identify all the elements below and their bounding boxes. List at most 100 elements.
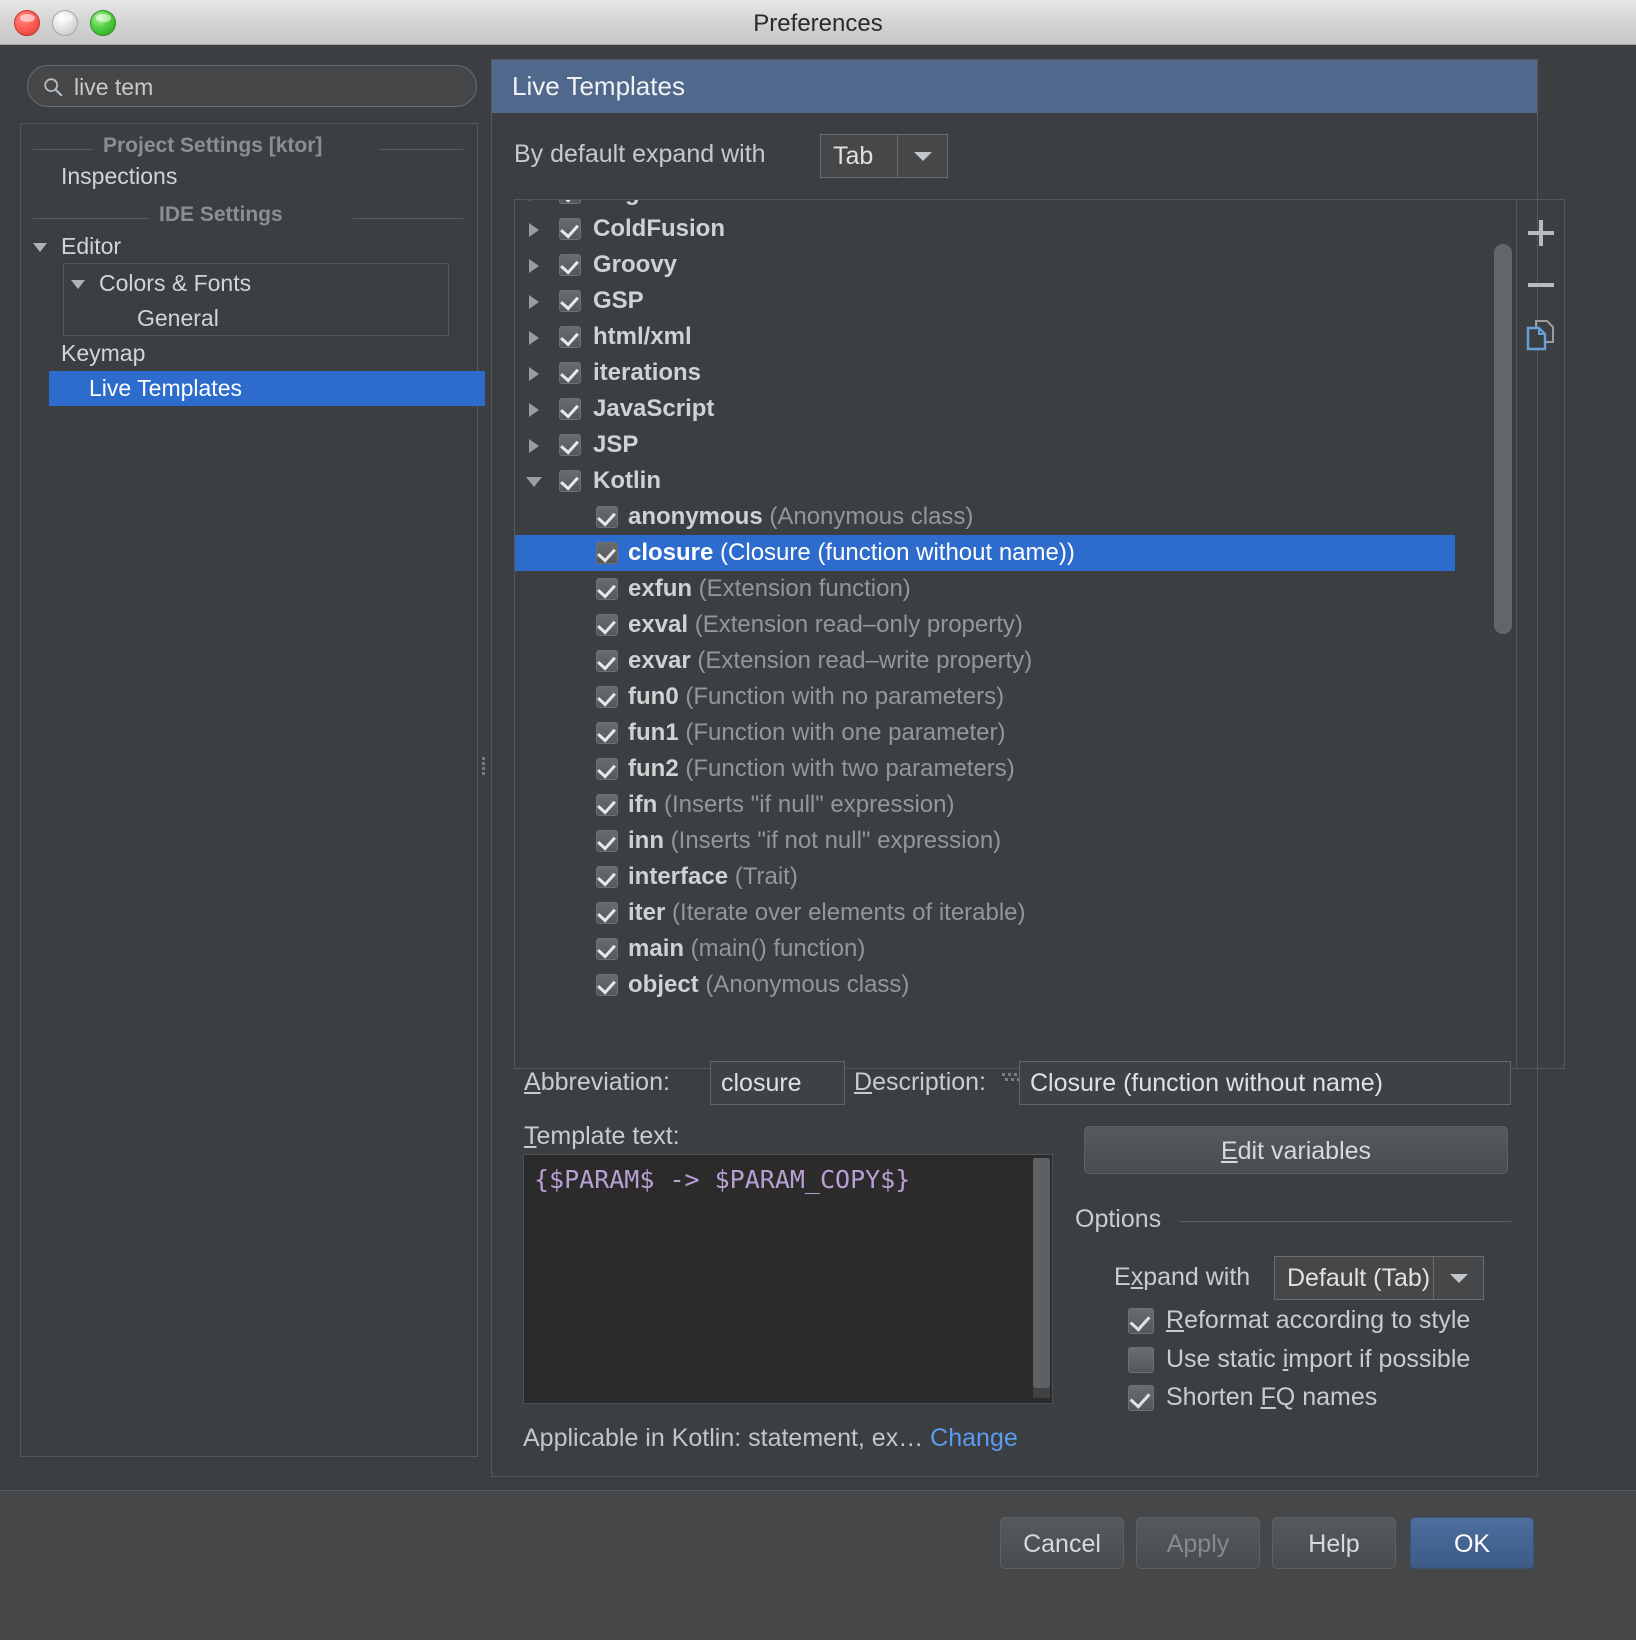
sidebar-item-inspections[interactable]: Inspections [21, 159, 517, 194]
template-checkbox[interactable] [559, 434, 581, 456]
applicable-context: Applicable in Kotlin: statement, ex… Cha… [523, 1424, 1018, 1453]
add-template-button[interactable] [1517, 210, 1564, 256]
sidebar-item-live-templates[interactable]: Live Templates [49, 371, 485, 406]
template-group-row[interactable]: AngularJS [515, 200, 1455, 211]
template-checkbox[interactable] [596, 902, 618, 924]
section-rule-right-2 [353, 218, 463, 219]
template-group-row[interactable]: JavaScript [515, 391, 1455, 427]
template-checkbox[interactable] [596, 578, 618, 600]
template-name: fun2 (Function with two parameters) [628, 755, 1015, 782]
template-text-editor[interactable]: {$PARAM$ -> $PARAM_COPY$} [523, 1154, 1053, 1404]
template-row[interactable]: interface (Trait) [515, 859, 1455, 895]
template-checkbox[interactable] [596, 974, 618, 996]
reformat-checkbox-label[interactable]: Reformat according to style [1166, 1306, 1470, 1335]
templates-scrollbar[interactable] [1494, 204, 1512, 1064]
chevron-right-icon[interactable] [529, 367, 539, 381]
chevron-right-icon[interactable] [529, 403, 539, 417]
template-checkbox[interactable] [596, 542, 618, 564]
template-checkbox[interactable] [559, 398, 581, 420]
pane-splitter[interactable] [480, 755, 488, 781]
search-input[interactable]: live tem [27, 65, 477, 107]
template-checkbox[interactable] [596, 506, 618, 528]
static-import-checkbox[interactable] [1128, 1347, 1154, 1373]
window-title: Preferences [753, 10, 883, 37]
template-row[interactable]: ifn (Inserts "if null" expression) [515, 787, 1455, 823]
chevron-right-icon[interactable] [529, 259, 539, 273]
reformat-checkbox[interactable] [1128, 1308, 1154, 1334]
remove-template-button[interactable] [1517, 262, 1564, 308]
template-group-row[interactable]: html/xml [515, 319, 1455, 355]
template-description: (Inserts "if null" expression) [657, 791, 955, 818]
template-group-row[interactable]: JSP [515, 427, 1455, 463]
template-checkbox[interactable] [596, 794, 618, 816]
chevron-down-icon[interactable] [33, 243, 47, 252]
sidebar-item-colors-and-fonts[interactable]: Colors & Fonts [21, 266, 555, 301]
change-context-link[interactable]: Change [930, 1424, 1018, 1452]
apply-button[interactable]: Apply [1136, 1517, 1260, 1569]
template-checkbox[interactable] [596, 758, 618, 780]
template-checkbox[interactable] [596, 866, 618, 888]
chevron-right-icon[interactable] [529, 295, 539, 309]
edit-variables-button[interactable]: Edit variables [1084, 1126, 1508, 1174]
templates-scrollbar-thumb[interactable] [1494, 244, 1512, 634]
template-row[interactable]: exfun (Extension function) [515, 571, 1455, 607]
template-row[interactable]: exvar (Extension read–write property) [515, 643, 1455, 679]
default-expand-combo[interactable]: Tab [820, 134, 948, 178]
template-checkbox[interactable] [559, 218, 581, 240]
template-name: iterations [593, 359, 702, 386]
shorten-fq-checkbox-label[interactable]: Shorten FQ names [1166, 1383, 1377, 1412]
template-group-row[interactable]: iterations [515, 355, 1455, 391]
chevron-down-icon[interactable] [526, 477, 542, 487]
templates-tree[interactable]: AngularJS ColdFusion Groovy GSP html/xml iter… [514, 199, 1517, 1069]
template-row[interactable]: iter (Iterate over elements of iterable) [515, 895, 1455, 931]
chevron-right-icon[interactable] [529, 223, 539, 237]
description-field[interactable]: Closure (function without name) [1019, 1061, 1511, 1105]
shorten-fq-checkbox[interactable] [1128, 1385, 1154, 1411]
template-row[interactable]: exval (Extension read–only property) [515, 607, 1455, 643]
template-row[interactable]: inn (Inserts "if not null" expression) [515, 823, 1455, 859]
cancel-button[interactable]: Cancel [1000, 1517, 1124, 1569]
abbreviation-field[interactable]: closure [710, 1061, 845, 1105]
template-row[interactable]: closure (Closure (function without name)… [515, 535, 1455, 571]
template-group-row[interactable]: ColdFusion [515, 211, 1455, 247]
template-description: (Extension read–only property) [688, 611, 1023, 638]
template-checkbox[interactable] [596, 938, 618, 960]
help-button[interactable]: Help [1272, 1517, 1396, 1569]
template-group-row[interactable]: Groovy [515, 247, 1455, 283]
chevron-right-icon[interactable] [529, 439, 539, 453]
template-checkbox[interactable] [559, 362, 581, 384]
template-checkbox[interactable] [559, 290, 581, 312]
template-name: anonymous (Anonymous class) [628, 503, 974, 530]
template-row[interactable]: fun0 (Function with no parameters) [515, 679, 1455, 715]
template-row[interactable]: fun1 (Function with one parameter) [515, 715, 1455, 751]
sidebar-item-editor[interactable]: Editor [21, 229, 517, 264]
template-checkbox[interactable] [596, 650, 618, 672]
template-row[interactable]: main (main() function) [515, 931, 1455, 967]
default-expand-combo-arrow[interactable] [897, 135, 947, 177]
chevron-right-icon[interactable] [529, 200, 539, 201]
template-checkbox[interactable] [596, 614, 618, 636]
expand-with-combo-arrow[interactable] [1433, 1257, 1483, 1299]
template-checkbox[interactable] [596, 830, 618, 852]
template-checkbox[interactable] [559, 326, 581, 348]
template-checkbox[interactable] [596, 686, 618, 708]
template-group-row[interactable]: Kotlin [515, 463, 1455, 499]
ok-button[interactable]: OK [1410, 1517, 1534, 1569]
template-checkbox[interactable] [559, 470, 581, 492]
sidebar-item-keymap[interactable]: Keymap [21, 336, 517, 371]
chevron-right-icon[interactable] [529, 331, 539, 345]
template-checkbox[interactable] [596, 722, 618, 744]
template-text-scrollbar-thumb[interactable] [1033, 1158, 1050, 1388]
applicable-context-text: Applicable in Kotlin: statement, ex… [523, 1424, 924, 1452]
template-row[interactable]: anonymous (Anonymous class) [515, 499, 1455, 535]
template-checkbox[interactable] [559, 254, 581, 276]
expand-with-combo[interactable]: Default (Tab) [1274, 1256, 1484, 1300]
template-row[interactable]: fun2 (Function with two parameters) [515, 751, 1455, 787]
static-import-checkbox-label[interactable]: Use static import if possible [1166, 1345, 1470, 1374]
template-checkbox[interactable] [559, 200, 581, 204]
chevron-down-icon[interactable] [71, 280, 85, 289]
template-row[interactable]: object (Anonymous class) [515, 967, 1455, 1003]
template-group-row[interactable]: GSP [515, 283, 1455, 319]
duplicate-template-button[interactable] [1517, 312, 1564, 358]
settings-sidebar: live tem Project Settings [ktor] Inspect… [0, 45, 485, 1480]
